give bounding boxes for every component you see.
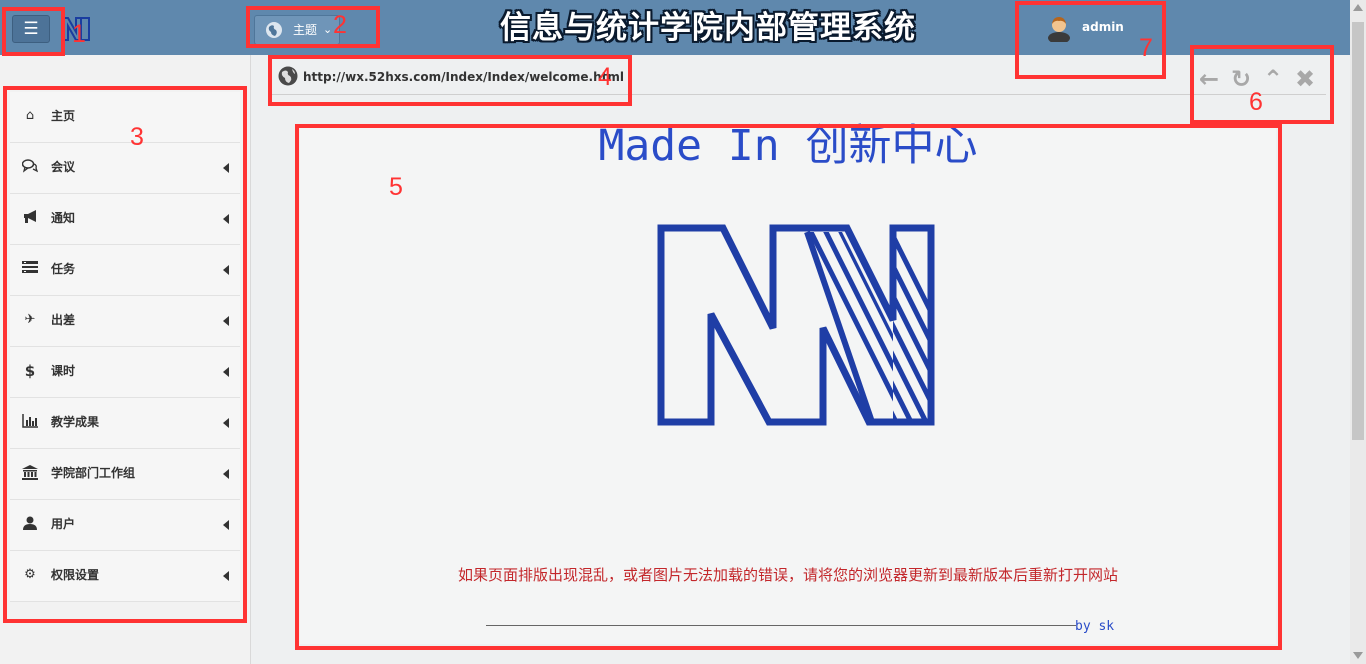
annotation-label-2: 2 (333, 11, 347, 39)
annotation-label-6: 6 (1249, 88, 1263, 116)
scrollbar-thumb[interactable] (1352, 22, 1364, 440)
annotation-label-4: 4 (598, 63, 612, 91)
annotation-box-3 (3, 86, 247, 623)
annotation-label-7: 7 (1139, 34, 1153, 62)
system-title: 信息与统计学院内部管理系统 (500, 10, 916, 46)
annotation-box-1 (2, 7, 65, 56)
annotation-box-5 (295, 124, 1282, 650)
scroll-up-arrow[interactable] (1353, 4, 1363, 11)
scroll-down-arrow[interactable] (1353, 652, 1363, 659)
annotation-box-2 (246, 6, 380, 48)
annotation-label-3: 3 (130, 123, 144, 151)
annotation-label-1: 1 (72, 20, 86, 48)
annotation-label-5: 5 (389, 173, 403, 201)
annotation-box-4 (268, 55, 632, 106)
